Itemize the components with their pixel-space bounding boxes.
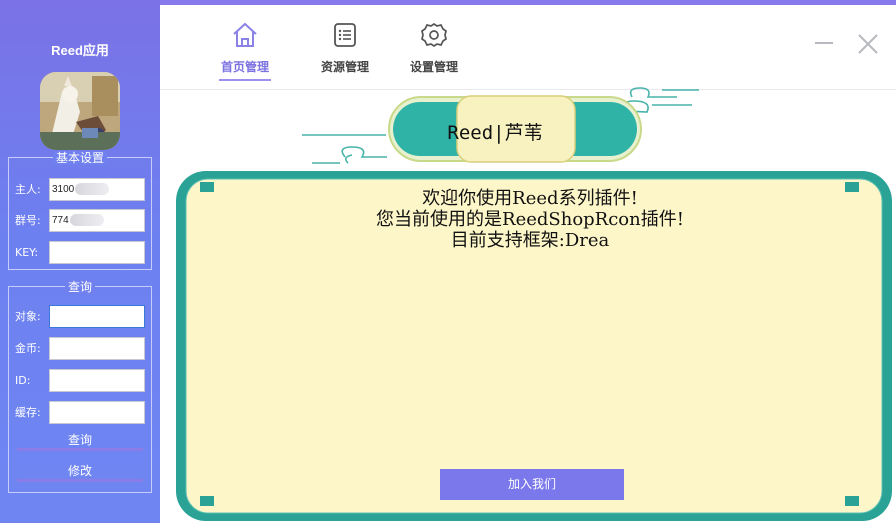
target-row: 对象: — [15, 304, 145, 328]
basic-settings-group: 基本设置 主人: 3100 群号: 774 KEY: — [8, 151, 152, 270]
query-group: 查询 对象: 金币: ID: 缓存: 查询 修改 — [8, 280, 152, 493]
cache-input[interactable] — [49, 400, 145, 424]
query-legend: 查询 — [64, 280, 95, 294]
avatar — [40, 72, 120, 150]
tab-resources-label: 资源管理 — [320, 60, 369, 74]
active-tab-underline — [219, 79, 271, 81]
welcome-line-3: 目前支持框架:Drea — [450, 230, 610, 251]
redacted-mask — [75, 183, 110, 195]
close-icon — [858, 34, 878, 54]
key-label: KEY: — [15, 245, 39, 259]
key-input[interactable] — [49, 240, 145, 264]
owner-label: 主人: — [15, 183, 41, 196]
modify-button[interactable]: 修改 — [17, 462, 143, 482]
content-board — [176, 87, 892, 521]
group-row: 群号: 774 — [15, 208, 145, 232]
group-number-value: 774 — [52, 214, 69, 226]
banner-title: Reed|芦苇 — [447, 122, 543, 144]
list-icon — [305, 20, 385, 50]
tab-resources[interactable]: 资源管理 — [305, 20, 385, 75]
app-title: Reed应用 — [51, 43, 109, 58]
id-input[interactable] — [49, 368, 145, 392]
owner-row: 主人: 3100 — [15, 177, 145, 201]
key-row: KEY: — [15, 240, 145, 264]
coins-input[interactable] — [49, 336, 145, 360]
coins-label: 金币: — [15, 342, 41, 355]
group-label: 群号: — [15, 214, 41, 227]
welcome-line-2: 您当前使用的是ReedShopRcon插件! — [376, 209, 684, 230]
id-label: ID: — [15, 373, 31, 387]
cache-label: 缓存: — [15, 406, 41, 419]
home-icon — [205, 20, 285, 50]
tab-home-label: 首页管理 — [220, 60, 269, 74]
owner-input[interactable]: 3100 — [49, 177, 145, 201]
cache-row: 缓存: — [15, 400, 145, 424]
group-number-input[interactable]: 774 — [49, 208, 145, 232]
join-us-button[interactable]: 加入我们 — [440, 469, 624, 500]
coins-row: 金币: — [15, 336, 145, 360]
minimize-icon — [815, 42, 833, 44]
tab-settings[interactable]: 设置管理 — [394, 20, 474, 75]
target-input[interactable] — [49, 304, 145, 328]
close-button[interactable] — [857, 33, 879, 55]
redacted-mask — [69, 214, 104, 226]
owner-value: 3100 — [52, 183, 75, 195]
target-label: 对象: — [15, 310, 41, 323]
welcome-message: 欢迎你使用Reed系列插件! 您当前使用的是ReedShopRcon插件! 目前… — [240, 188, 820, 251]
welcome-line-1: 欢迎你使用Reed系列插件! — [422, 188, 638, 209]
minimize-button[interactable] — [814, 33, 834, 53]
tab-home[interactable]: 首页管理 — [205, 20, 285, 81]
gear-icon — [394, 20, 474, 50]
sidebar: Reed应用 基本设置 主人: 3100 群号: 774 KEY: 查询 对象:… — [0, 0, 160, 523]
basic-settings-legend: 基本设置 — [52, 151, 107, 165]
id-row: ID: — [15, 368, 145, 392]
main-window: 首页管理 资源管理 设置管理 Reed|芦苇 欢迎你使用Reed系列插件! 您当… — [160, 5, 896, 523]
tab-settings-label: 设置管理 — [409, 60, 458, 74]
query-button[interactable]: 查询 — [17, 431, 143, 451]
